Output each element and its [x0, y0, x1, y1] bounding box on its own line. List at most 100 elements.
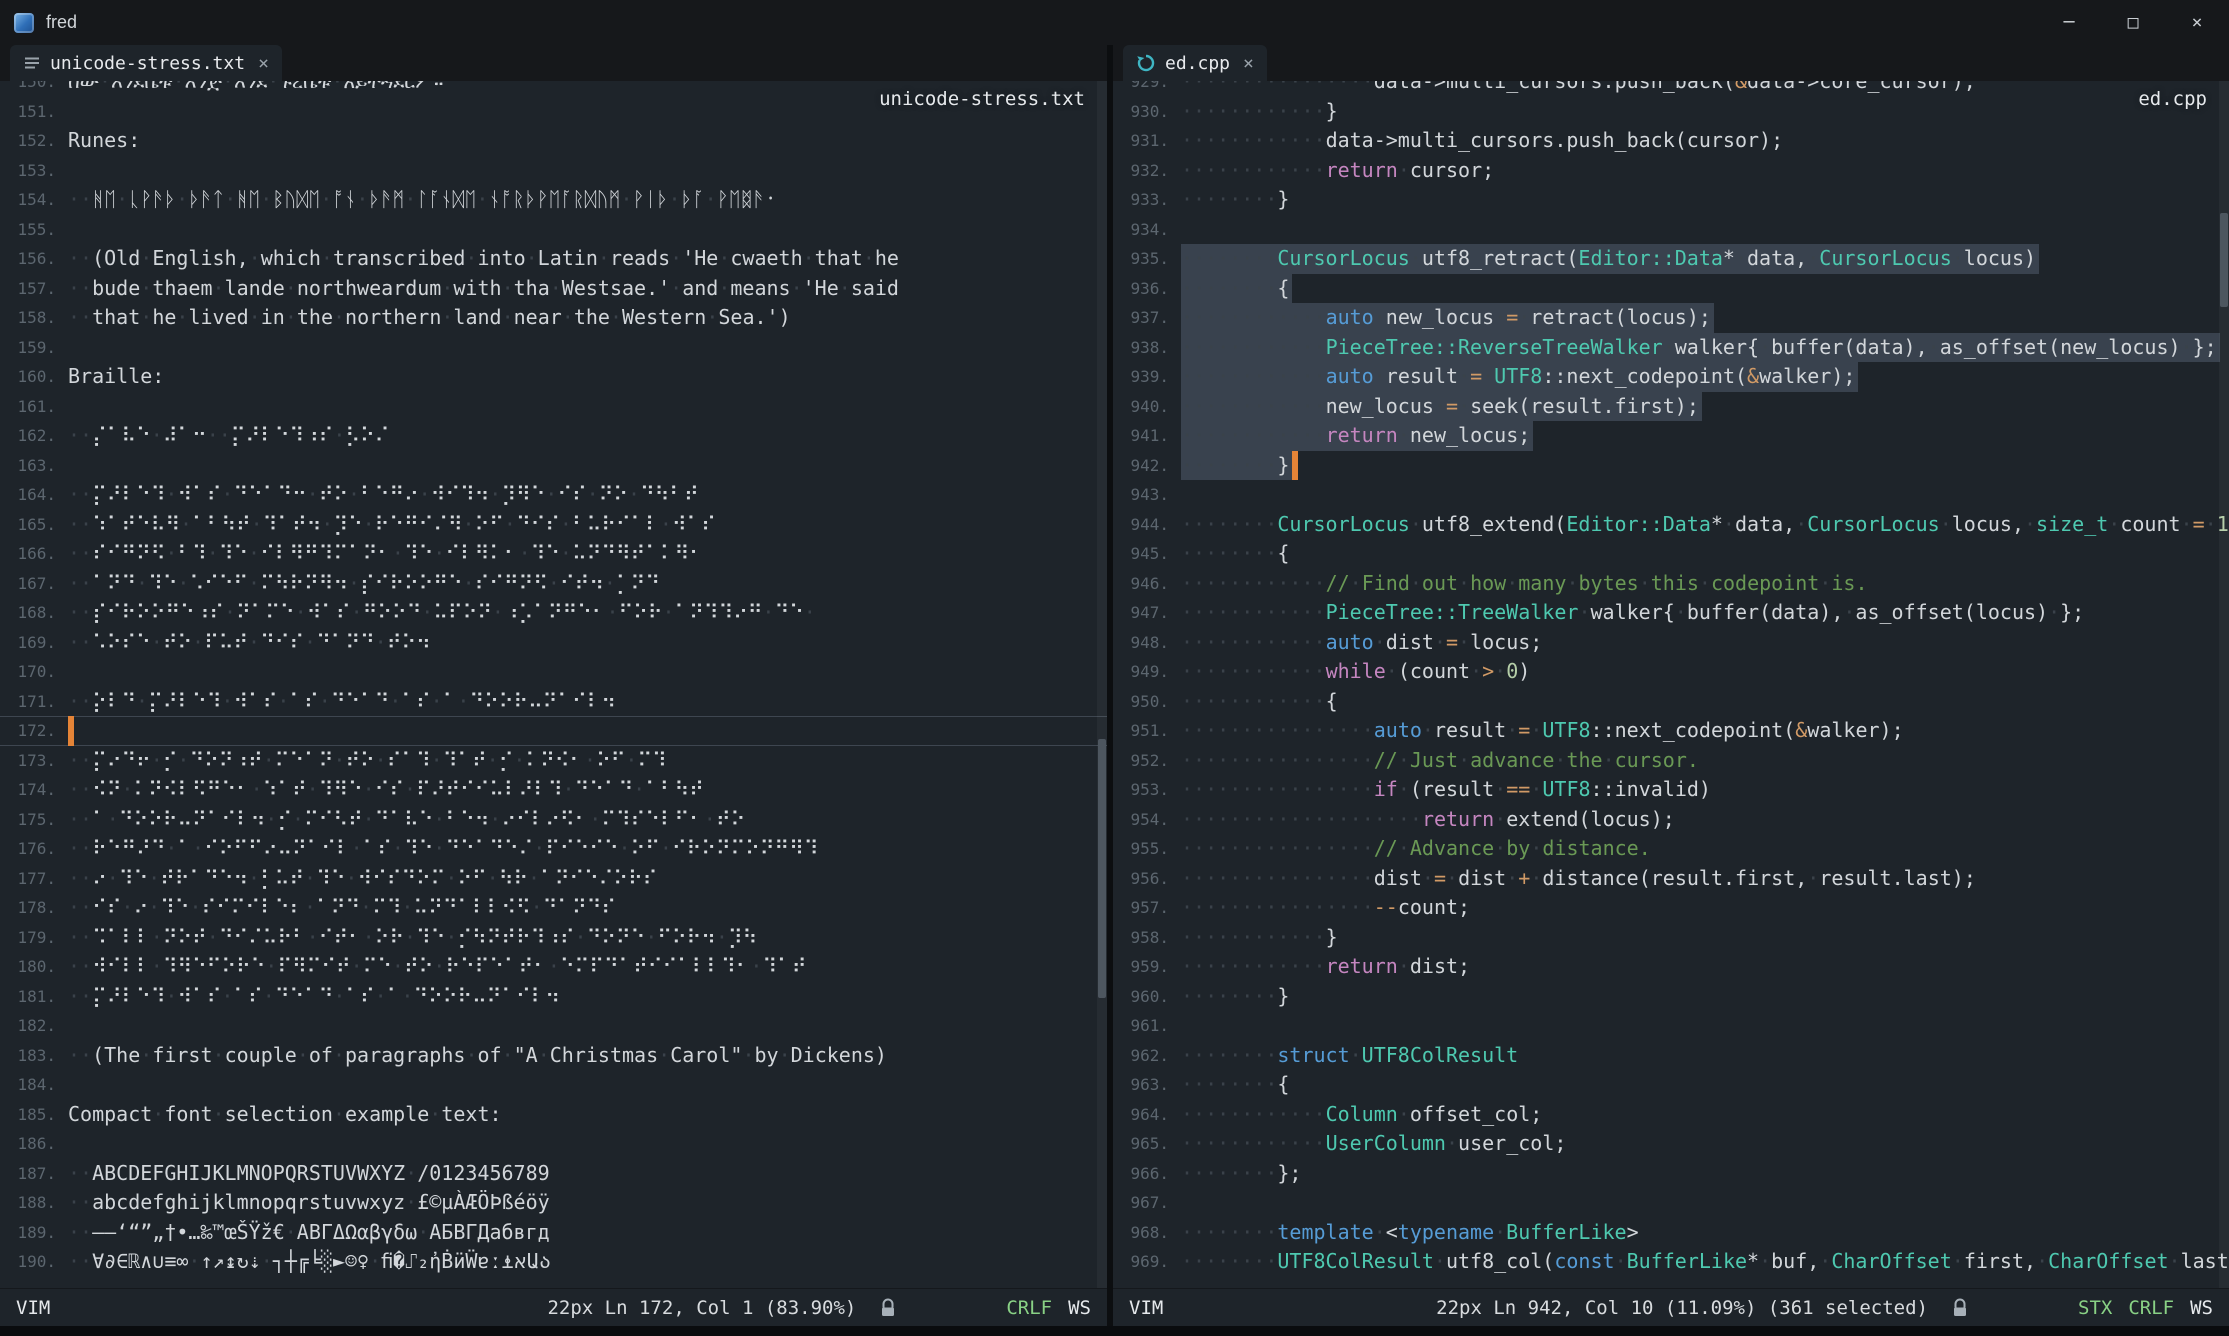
code-line: 179.··⠩⠁⠇⠇·⠝⠕⠞·⠙⠊⠌⠥⠗⠃·⠊⠞⠂·⠕⠗·⠹⠑·⡊⠳⠝⠞⠗⠹⠰⠎…	[0, 923, 1107, 953]
left-pane: unicode-stress.txt × 150. ሰው·እንደቤቱ·እንጅ·እን…	[0, 45, 1107, 1326]
line-text: ··⡌⠁⠧⠑·⠼⠁⠒··⡍⠜⠇⠑⠹⠰⠎·⡣⠕⠌	[68, 421, 389, 451]
line-text: ············auto·new_locus·=·retract(loc…	[1181, 303, 1714, 333]
right-status-bar: VIM 22px Ln 942, Col 10 (11.09%) (361 se…	[1113, 1288, 2229, 1326]
code-line: 936.········{	[1113, 274, 2229, 304]
code-line: 175.··⠁·⠙⠕⠕⠗⠤⠝⠁⠊⠇⠲·⡊·⠍⠊⠣⠞·⠙⠁⠧⠑·⠃⠑⠲·⠔⠊⠇⠔⠫…	[0, 805, 1107, 835]
cursor-position: 22px Ln 172, Col 1 (83.90%)	[547, 1297, 856, 1319]
line-number: 162.	[0, 421, 56, 451]
line-number: 934.	[1113, 215, 1169, 245]
line-number: 952.	[1113, 746, 1169, 776]
line-number: 947.	[1113, 598, 1169, 628]
line-number: 174.	[0, 775, 56, 805]
code-line: 960.········}	[1113, 982, 2229, 1012]
line-text: ············data->multi_cursors.push_bac…	[1181, 126, 1783, 156]
code-line: 158.··that·he·lived·in·the·northern·land…	[0, 303, 1107, 333]
line-number: 190.	[0, 1247, 56, 1277]
line-text: ········template·<typename·BufferLike>	[1181, 1218, 1639, 1248]
tab-close-icon[interactable]: ×	[1243, 53, 1254, 74]
line-number: 168.	[0, 598, 56, 628]
line-text: ············PieceTree::TreeWalker·walker…	[1181, 598, 2084, 628]
line-text: ··∀∂∈ℝ∧∪≡∞·↑↗↨↻⇣·┐┼╔╘░►☺♀·ﬁ�⑀₂ἠḂӥẄɐː⍎אԱა	[68, 1247, 551, 1277]
scrollbar[interactable]	[1097, 81, 1107, 1288]
tab-ed-cpp[interactable]: ed.cpp ×	[1123, 45, 1267, 81]
line-text: ················//·Just·advance·the·curs…	[1181, 746, 1699, 776]
line-text: ··⠗⠑⠛⠜⠙·⠁·⠊⠕⠋⠋⠔⠤⠝⠁⠊⠇·⠁⠎·⠹⠑·⠙⠑⠁⠙⠑⠌·⠏⠊⠑⠊⠑·…	[68, 834, 818, 864]
code-line: 933.········}	[1113, 185, 2229, 215]
line-number: 943.	[1113, 480, 1169, 510]
line-number: 954.	[1113, 805, 1169, 835]
scrollbar[interactable]	[2219, 81, 2229, 1288]
code-line: 153.	[0, 156, 1107, 186]
tab-unicode-stress[interactable]: unicode-stress.txt ×	[10, 45, 282, 81]
line-text: ············}	[1181, 923, 1338, 953]
line-number: 969.	[1113, 1247, 1169, 1277]
line-number: 186.	[0, 1129, 56, 1159]
code-line: 164.··⡍⠜⠇⠑⠹·⠺⠁⠎·⠙⠑⠁⠙⠒·⠞⠕·⠃⠑⠛⠔·⠺⠊⠹⠲·⡹⠻⠑·⠊…	[0, 480, 1107, 510]
editor-ed-cpp[interactable]: 929.················data->multi_cursors.…	[1113, 81, 2229, 1288]
minimize-button[interactable]: ─	[2037, 0, 2101, 45]
code-line: 931.············data->multi_cursors.push…	[1113, 126, 2229, 156]
line-text: ··⡍⠜⠇⠑⠹·⠺⠁⠎·⠙⠑⠁⠙⠒·⠞⠕·⠃⠑⠛⠔·⠺⠊⠹⠲·⡹⠻⠑·⠊⠎·⠝⠕…	[68, 480, 699, 510]
close-button[interactable]: ×	[2165, 0, 2229, 45]
code-line: 174. ··⠪⠝·⠅⠝⠪⠇⠫⠛⠑⠂·⠱⠁⠞·⠹⠻⠑·⠊⠎·⠏⠜⠞⠊⠊⠥⠇⠜⠇⠹·…	[0, 775, 1107, 805]
scrollbar-thumb[interactable]	[1098, 739, 1106, 999]
status-flags: STXCRLFWS	[2078, 1297, 2213, 1319]
code-line: 966.········};	[1113, 1159, 2229, 1189]
line-number: 963.	[1113, 1070, 1169, 1100]
line-number: 942.	[1113, 451, 1169, 481]
code-line: 165.··⠱⠁⠞⠑⠧⠻·⠁⠃⠳⠞·⠹⠁⠞⠲·⡹⠑·⠗⠑⠛⠊⠌⠻·⠕⠋·⠙⠊⠎·…	[0, 510, 1107, 540]
line-text: ········CursorLocus·utf8_extend(Editor::…	[1181, 510, 2229, 540]
file-badge: ed.cpp	[2138, 88, 2207, 110]
code-line: 963.········{	[1113, 1070, 2229, 1100]
line-number: 173.	[0, 746, 56, 776]
line-number: 151.	[0, 97, 56, 127]
line-text: ················//·Advance·by·distance.	[1181, 834, 1651, 864]
line-number: 966.	[1113, 1159, 1169, 1189]
line-text: ሰው·እንደቤቱ·እንጅ·እንደ·ጉረቤቱ·አይተዳደርም።	[68, 81, 443, 97]
line-text: ··⠁⠝⠙·⠹⠑·⠡⠊⠑⠋·⠍⠳⠗⠝⠻⠲·⡎⠊⠗⠕⠕⠛⠑·⠎⠊⠛⠝⠫·⠊⠞⠲·⡁…	[68, 569, 660, 599]
line-number: 155.	[0, 215, 56, 245]
code-line: 190. ··∀∂∈ℝ∧∪≡∞·↑↗↨↻⇣·┐┼╔╘░►☺♀·ﬁ�⑀₂ἠḂӥẄɐː…	[0, 1247, 1107, 1277]
status-flags: CRLFWS	[1006, 1297, 1091, 1319]
code-line: 171.··⡕⠇⠙·⡍⠜⠇⠑⠹·⠺⠁⠎·⠁⠎·⠙⠑⠁⠙·⠁⠎·⠁·⠙⠕⠕⠗⠤⠝⠁…	[0, 687, 1107, 717]
maximize-button[interactable]: □	[2101, 0, 2165, 45]
editor-unicode-stress[interactable]: 150.ሰው·እንደቤቱ·እንጅ·እንደ·ጉረቤቱ·አይተዳደርም።151.15…	[0, 81, 1107, 1288]
code-line: 152.Runes:	[0, 126, 1107, 156]
line-text: ················dist·=·dist·+·distance(r…	[1181, 864, 1976, 894]
code-line: 940.············new_locus·=·seek(result.…	[1113, 392, 2229, 422]
line-text: ··that·he·lived·in·the·northern·land·nea…	[68, 303, 791, 333]
line-text: ············auto·dist·=·locus;	[1181, 628, 1542, 658]
line-text: ··⠪⠝·⠅⠝⠪⠇⠫⠛⠑⠂·⠱⠁⠞·⠹⠻⠑·⠊⠎·⠏⠜⠞⠊⠊⠥⠇⠜⠇⠹·⠙⠑⠁⠙…	[68, 775, 704, 805]
line-number: 159.	[0, 333, 56, 363]
tab-close-icon[interactable]: ×	[258, 53, 269, 74]
code-line: 948. ············auto·dist·=·locus;	[1113, 628, 2229, 658]
lock-icon	[880, 1298, 896, 1318]
code-line: 184.	[0, 1070, 1107, 1100]
code-line: 968.········template·<typename·BufferLik…	[1113, 1218, 2229, 1248]
line-text: ············//·Find·out·how·many·bytes·t…	[1181, 569, 1868, 599]
line-text: ············return·cursor;	[1181, 156, 1494, 186]
line-text: ············}	[1181, 97, 1338, 127]
code-line: 951.················auto·result·=·UTF8::…	[1113, 716, 2229, 746]
code-line: 954.····················return·extend(lo…	[1113, 805, 2229, 835]
line-text: ··(Old·English,·which·transcribed·into·L…	[68, 244, 899, 274]
code-line: 930.············}	[1113, 97, 2229, 127]
line-number: 967.	[1113, 1188, 1169, 1218]
code-line: 176.··⠗⠑⠛⠜⠙·⠁·⠊⠕⠋⠋⠔⠤⠝⠁⠊⠇·⠁⠎·⠹⠑·⠙⠑⠁⠙⠑⠌·⠏⠊…	[0, 834, 1107, 864]
split-view: unicode-stress.txt × 150. ሰው·እንደቤቱ·እንጅ·እን…	[0, 45, 2229, 1326]
line-number: 948.	[1113, 628, 1169, 658]
line-number: 150.	[0, 81, 56, 97]
line-text: ··–—‘“”„†•…‰™œŠŸž€·ΑΒΓΔΩαβγδω·АБВГДабвгд	[68, 1218, 550, 1248]
line-number: 161.	[0, 392, 56, 422]
line-text: Compact·font·selection·example·text:	[68, 1100, 502, 1130]
status-flag: CRLF	[2128, 1297, 2174, 1319]
line-text: ········CursorLocus·utf8_retract(Editor:…	[1181, 244, 2039, 274]
scrollbar-thumb[interactable]	[2220, 213, 2228, 307]
left-tab-bar: unicode-stress.txt ×	[0, 45, 1107, 81]
line-text: ··⠺⠊⠇⠇·⠹⠻⠑⠋⠕⠗⠑·⠏⠻⠍⠊⠞·⠍⠑·⠞⠕·⠗⠑⠏⠑⠁⠞⠂·⠑⠍⠏⠙⠁…	[68, 952, 806, 982]
line-number: 932.	[1113, 156, 1169, 186]
code-line: 187.··ABCDEFGHIJKLMNOPQRSTUVWXYZ·/012345…	[0, 1159, 1107, 1189]
right-pane: ed.cpp × 929.················data->multi…	[1113, 45, 2229, 1326]
line-text: ··ᚻᛖ·ᚳᚹᚫᚦ·ᚦᚫᛏ·ᚻᛖ·ᛒᚢᛞᛖ·ᚩᚾ·ᚦᚫᛗ·ᛚᚪᚾᛞᛖ·ᚾᚩᚱᚦᚹ…	[68, 185, 777, 215]
line-text: ··(The·first·couple·of·paragraphs·of·"A·…	[68, 1041, 887, 1071]
